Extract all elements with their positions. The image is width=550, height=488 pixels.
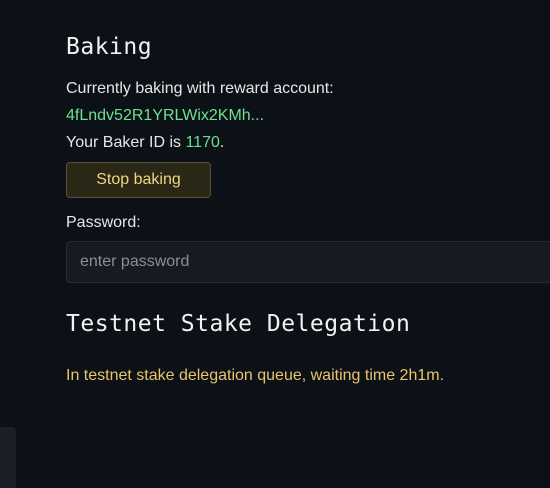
- baker-id-line: Your Baker ID is 1170.: [66, 133, 224, 153]
- sidebar-toggle-handle[interactable]: [0, 427, 16, 488]
- baking-section-title: Baking: [66, 34, 153, 60]
- baker-id-value: 1170: [185, 134, 220, 151]
- delegation-status-text: In testnet stake delegation queue, waiti…: [66, 367, 445, 384]
- currently-baking-label: Currently baking with reward account:: [66, 80, 334, 97]
- page: Baking Currently baking with reward acco…: [0, 0, 550, 488]
- stop-baking-button[interactable]: Stop baking: [66, 162, 211, 198]
- password-label: Password:: [66, 214, 141, 231]
- baker-id-prefix: Your Baker ID is: [66, 134, 186, 151]
- baker-id-suffix: .: [219, 134, 225, 151]
- reward-account-address: 4fLndv52R1YRLWix2KMh...: [66, 107, 265, 124]
- delegation-section-title: Testnet Stake Delegation: [66, 311, 411, 337]
- password-input[interactable]: [66, 241, 550, 283]
